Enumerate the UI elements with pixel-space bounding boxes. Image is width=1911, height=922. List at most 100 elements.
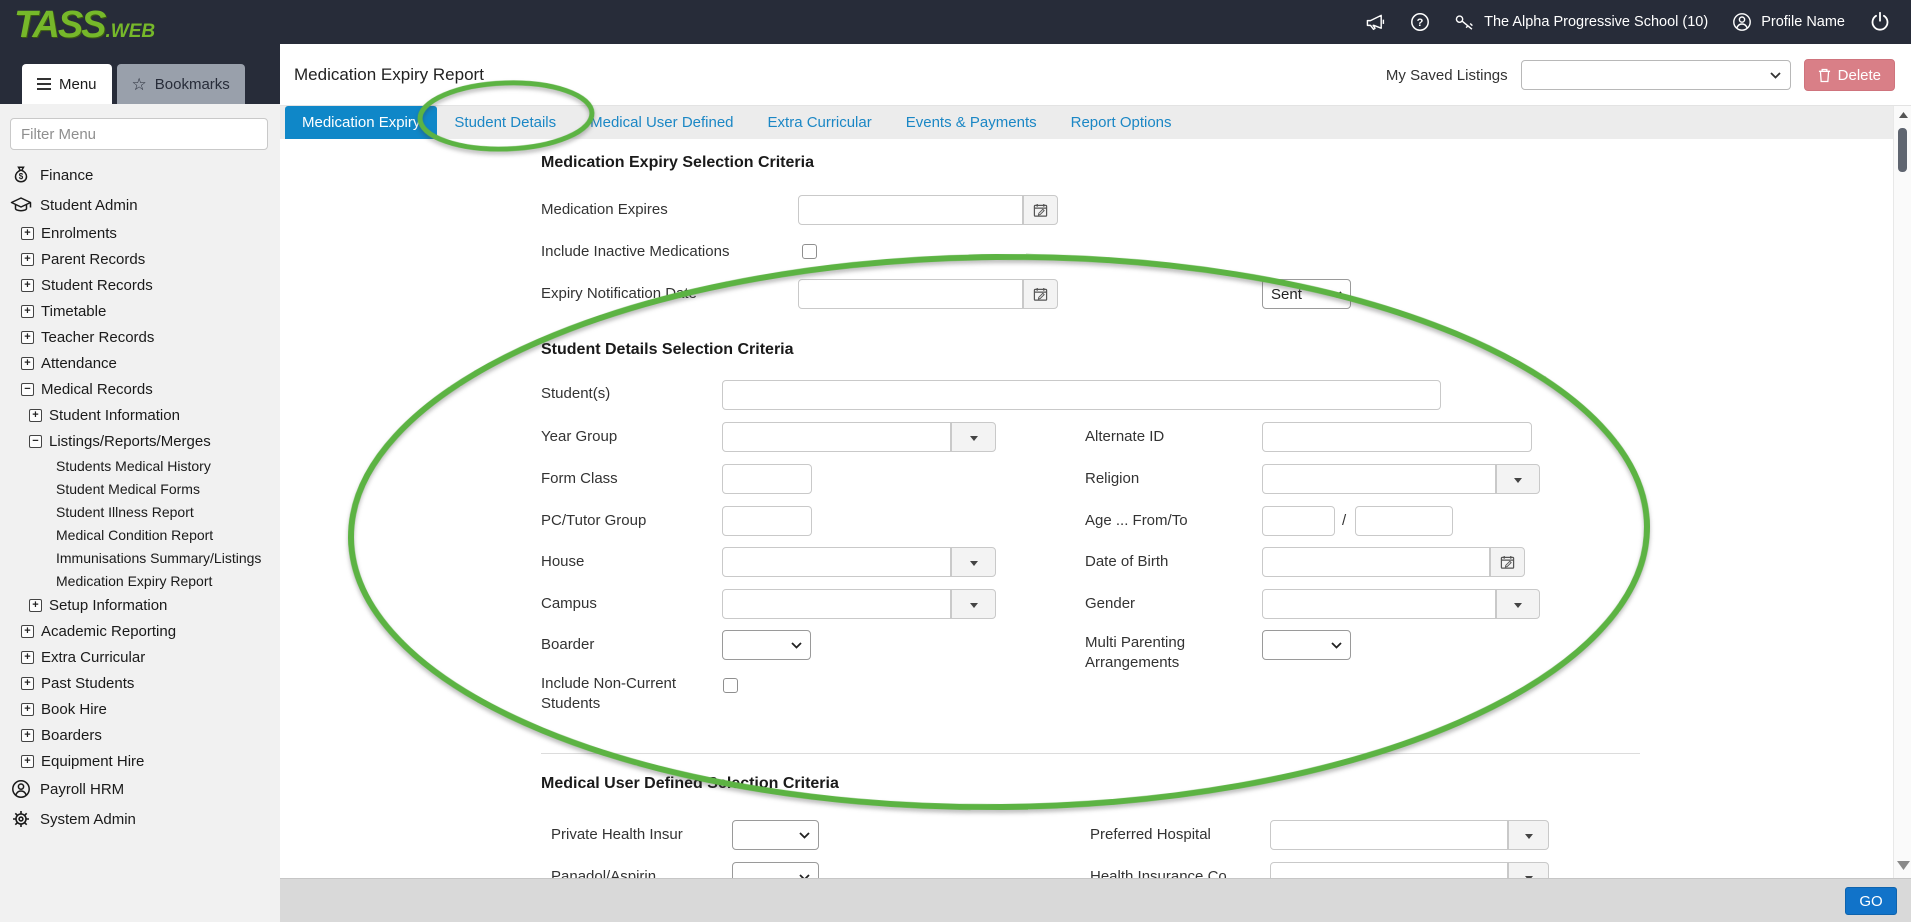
sidebar-item-student-records[interactable]: +Student Records: [0, 272, 280, 298]
sidebar-item-medication-expiry-report[interactable]: Medication Expiry Report: [0, 569, 280, 592]
expand-icon[interactable]: +: [21, 357, 34, 370]
campus-dropdown-button[interactable]: [951, 589, 996, 619]
expiry-notification-calendar-button[interactable]: [1023, 279, 1058, 309]
go-button[interactable]: GO: [1845, 887, 1897, 915]
delete-button[interactable]: Delete: [1804, 59, 1895, 91]
gender-input[interactable]: [1262, 589, 1496, 619]
sidebar-item-academic-reporting[interactable]: +Academic Reporting: [0, 618, 280, 644]
sidebar-item-timetable[interactable]: +Timetable: [0, 298, 280, 324]
private-health-select[interactable]: [732, 820, 819, 850]
year-group-input[interactable]: [722, 422, 951, 452]
sidebar-item-student-medical-forms[interactable]: Student Medical Forms: [0, 477, 280, 500]
sidebar-item-immunisations-summary-listings[interactable]: Immunisations Summary/Listings: [0, 546, 280, 569]
form-class-input[interactable]: [722, 464, 812, 494]
profile-menu[interactable]: Profile Name: [1732, 12, 1845, 32]
tab-student-details[interactable]: Student Details: [437, 106, 573, 139]
preferred-hospital-input[interactable]: [1270, 820, 1508, 850]
tab-medication-expiry[interactable]: Medication Expiry: [285, 106, 437, 139]
sidebar-item-book-hire[interactable]: +Book Hire: [0, 696, 280, 722]
vertical-scrollbar[interactable]: [1893, 106, 1911, 878]
medication-expires-label: Medication Expires: [541, 200, 668, 220]
religion-input[interactable]: [1262, 464, 1496, 494]
sidebar-item-boarders[interactable]: +Boarders: [0, 722, 280, 748]
saved-listings-select[interactable]: [1521, 60, 1791, 90]
house-input[interactable]: [722, 547, 951, 577]
expand-icon[interactable]: +: [21, 253, 34, 266]
expand-icon[interactable]: +: [21, 305, 34, 318]
school-switcher[interactable]: The Alpha Progressive School (10): [1454, 13, 1708, 32]
sidebar-item-payroll-hrm[interactable]: Payroll HRM: [0, 774, 280, 804]
tab-extra-curricular[interactable]: Extra Curricular: [751, 106, 889, 139]
age-to-input[interactable]: [1355, 506, 1453, 536]
expand-icon[interactable]: +: [21, 625, 34, 638]
sidebar-item-system-admin[interactable]: System Admin: [0, 804, 280, 834]
dropdown-arrow-icon: [1525, 834, 1533, 843]
scroll-down-icon[interactable]: [1894, 858, 1911, 872]
sidebar-item-teacher-records[interactable]: +Teacher Records: [0, 324, 280, 350]
gender-dropdown-button[interactable]: [1496, 589, 1540, 619]
help-icon[interactable]: ?: [1410, 12, 1430, 32]
date-of-birth-input[interactable]: [1262, 547, 1490, 577]
sidebar-item-attendance[interactable]: +Attendance: [0, 350, 280, 376]
tass-logo[interactable]: TASS.WEB: [14, 4, 155, 47]
logout-power-icon[interactable]: [1869, 11, 1891, 33]
medication-expires-input[interactable]: [798, 195, 1023, 225]
collapse-icon[interactable]: −: [29, 435, 42, 448]
sidebar-item-student-admin[interactable]: Student Admin: [0, 190, 280, 220]
sidebar-item-listings-reports-merges[interactable]: −Listings/Reports/Merges: [0, 428, 280, 454]
expand-icon[interactable]: +: [29, 409, 42, 422]
sidebar-item-extra-curricular[interactable]: +Extra Curricular: [0, 644, 280, 670]
expand-icon[interactable]: +: [21, 331, 34, 344]
year-group-dropdown-button[interactable]: [951, 422, 996, 452]
tab-medical-user-defined[interactable]: Medical User Defined: [573, 106, 750, 139]
sidebar-item-parent-records[interactable]: +Parent Records: [0, 246, 280, 272]
menu-tab[interactable]: Menu: [22, 64, 112, 104]
preferred-hospital-dropdown-button[interactable]: [1508, 820, 1549, 850]
scrollbar-thumb[interactable]: [1898, 128, 1907, 172]
expand-icon[interactable]: +: [21, 755, 34, 768]
expiry-notification-input[interactable]: [798, 279, 1023, 309]
expand-icon[interactable]: +: [21, 677, 34, 690]
sent-select[interactable]: Sent: [1262, 279, 1351, 309]
tab-report-options[interactable]: Report Options: [1054, 106, 1189, 139]
include-non-current-checkbox[interactable]: [723, 678, 738, 693]
expand-icon[interactable]: +: [29, 599, 42, 612]
collapse-icon[interactable]: −: [21, 383, 34, 396]
sidebar-item-students-medical-history[interactable]: Students Medical History: [0, 454, 280, 477]
bookmarks-tab[interactable]: ☆ Bookmarks: [117, 64, 245, 104]
campus-input[interactable]: [722, 589, 951, 619]
expand-icon[interactable]: +: [21, 729, 34, 742]
date-of-birth-calendar-button[interactable]: [1490, 547, 1525, 577]
announcements-icon[interactable]: [1365, 13, 1386, 32]
calendar-icon: [1500, 555, 1515, 570]
sidebar-item-equipment-hire[interactable]: +Equipment Hire: [0, 748, 280, 774]
sidebar-item-finance[interactable]: $Finance: [0, 160, 280, 190]
sidebar-item-past-students[interactable]: +Past Students: [0, 670, 280, 696]
filter-menu-input[interactable]: [10, 118, 268, 150]
expand-icon[interactable]: +: [21, 279, 34, 292]
scroll-up-icon[interactable]: [1894, 108, 1911, 122]
sidebar-item-enrolments[interactable]: +Enrolments: [0, 220, 280, 246]
alternate-id-input[interactable]: [1262, 422, 1532, 452]
sidebar-item-student-information[interactable]: +Student Information: [0, 402, 280, 428]
tab-events-payments[interactable]: Events & Payments: [889, 106, 1054, 139]
sidebar-item-setup-information[interactable]: +Setup Information: [0, 592, 280, 618]
religion-dropdown-button[interactable]: [1496, 464, 1540, 494]
boarder-select[interactable]: [722, 630, 811, 660]
students-input[interactable]: [722, 380, 1441, 410]
expand-icon[interactable]: +: [21, 227, 34, 240]
medication-expires-calendar-button[interactable]: [1023, 195, 1058, 225]
sidebar-item-medical-records[interactable]: −Medical Records: [0, 376, 280, 402]
sidebar-menu-tree: $FinanceStudent Admin+Enrolments+Parent …: [0, 160, 280, 834]
expand-icon[interactable]: +: [21, 651, 34, 664]
house-dropdown-button[interactable]: [951, 547, 996, 577]
include-inactive-checkbox[interactable]: [802, 244, 817, 259]
pc-tutor-group-input[interactable]: [722, 506, 812, 536]
sidebar-item-medical-condition-report[interactable]: Medical Condition Report: [0, 523, 280, 546]
top-bar: ? The Alpha Progressive School (10) Prof…: [0, 0, 1911, 44]
multi-parenting-select[interactable]: [1262, 630, 1351, 660]
expand-icon[interactable]: +: [21, 703, 34, 716]
age-from-input[interactable]: [1262, 506, 1335, 536]
religion-label: Religion: [1085, 469, 1139, 489]
sidebar-item-student-illness-report[interactable]: Student Illness Report: [0, 500, 280, 523]
